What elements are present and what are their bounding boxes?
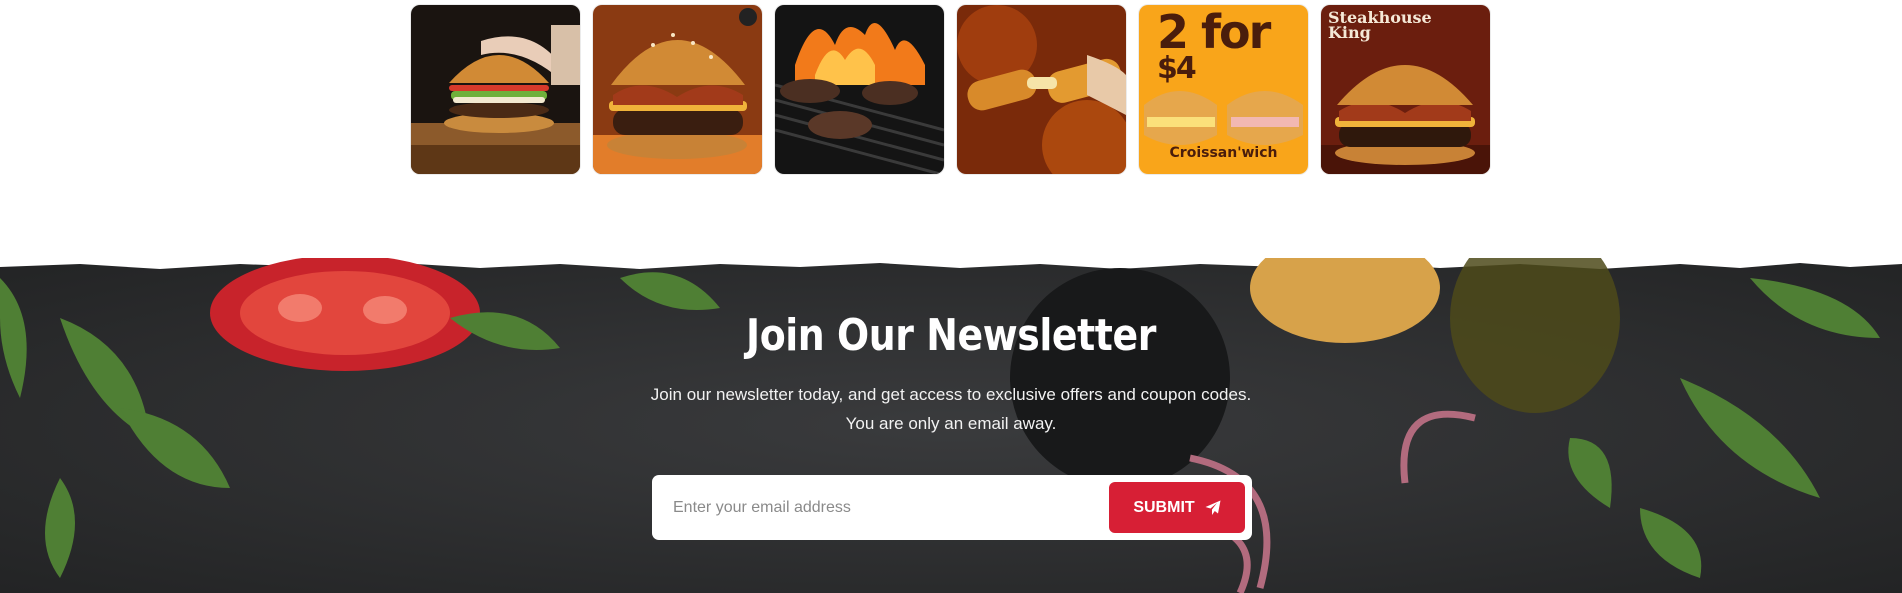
gallery-image-grill-patties[interactable] [775, 5, 944, 174]
bacon-burger-image [593, 5, 762, 174]
grill-patties-image [775, 5, 944, 174]
submit-button[interactable]: SUBMIT [1109, 482, 1245, 533]
newsletter-title: Join Our Newsletter [746, 310, 1156, 361]
promo-headline: 2 for $4 [1157, 5, 1271, 86]
gallery-image-burger-prep[interactable] [411, 5, 580, 174]
burger-prep-image [411, 5, 580, 174]
newsletter-description-line1: Join our newsletter today, and get acces… [650, 385, 1252, 404]
newsletter-description-line2: You are only an email away. [845, 414, 1057, 433]
gallery-image-croissanwich-promo[interactable]: 2 for $4 Croissan'wich [1139, 5, 1308, 174]
gallery-image-bacon-burger[interactable] [593, 5, 762, 174]
gallery-image-mozzarella-stick[interactable] [957, 5, 1126, 174]
promo-caption: Croissan'wich [1169, 144, 1278, 161]
paper-plane-icon [1205, 500, 1221, 516]
newsletter-description: Join our newsletter today, and get acces… [0, 380, 1902, 438]
submit-button-label: SUBMIT [1133, 498, 1195, 516]
promo-title: Steakhouse King [1328, 8, 1432, 43]
email-input[interactable] [652, 475, 1102, 540]
mozzarella-stick-image [957, 5, 1126, 174]
newsletter-section: Join Our Newsletter Join our newsletter … [0, 258, 1902, 593]
gallery-image-steakhouse-king[interactable]: Steakhouse King [1321, 5, 1490, 174]
newsletter-form: SUBMIT [652, 475, 1252, 540]
image-gallery: 2 for $4 Croissan'wich Steakhouse King [411, 5, 1490, 174]
